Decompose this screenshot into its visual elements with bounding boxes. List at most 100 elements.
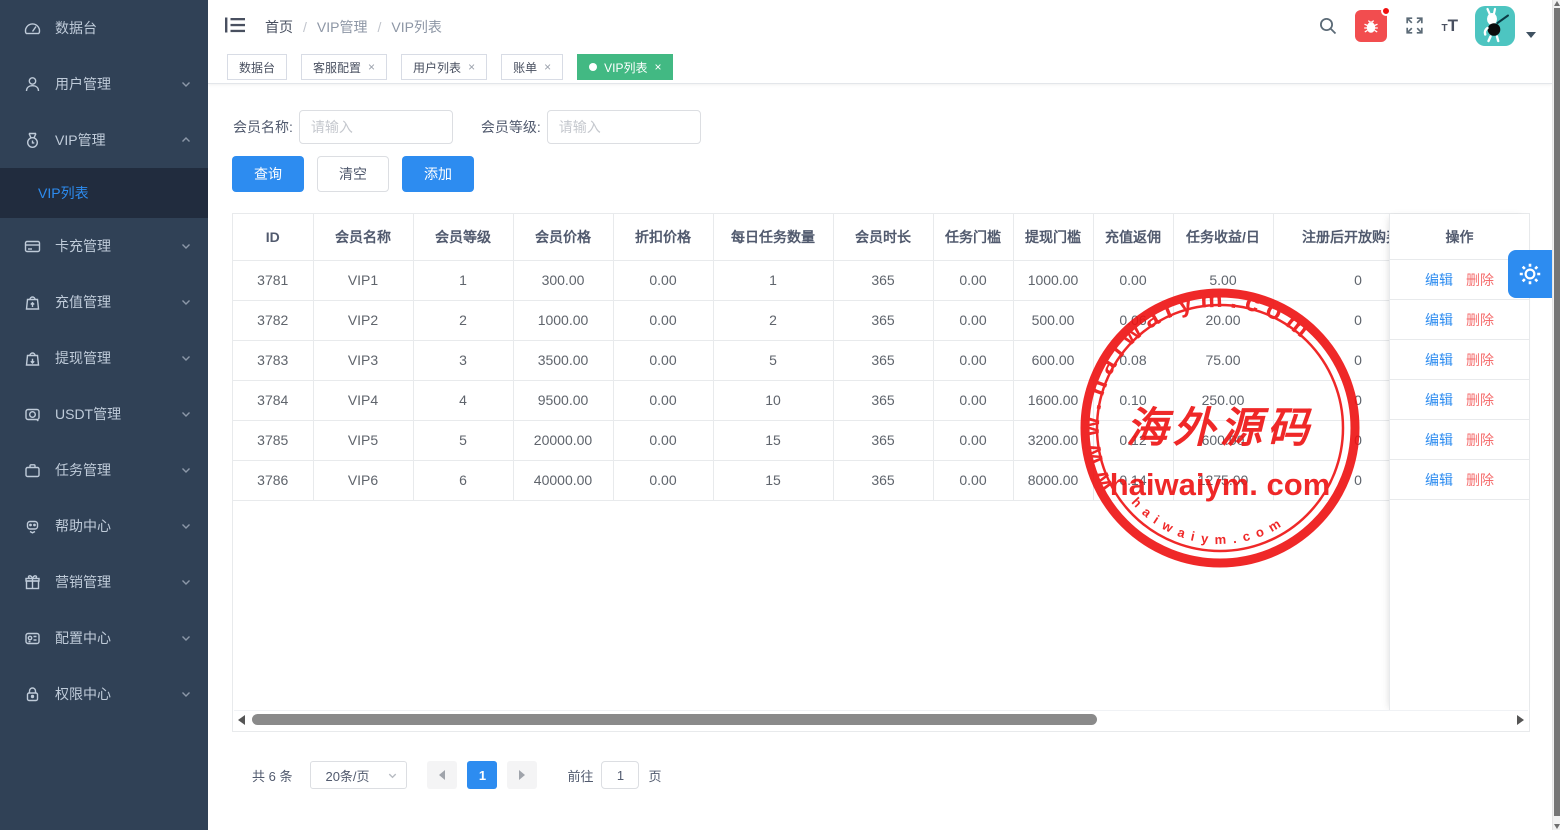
sidebar-item-tasks[interactable]: 任务管理 [0,442,208,498]
table-cell: 0.00 [613,300,713,340]
sidebar-item-recharge[interactable]: 充值管理 [0,274,208,330]
vertical-scrollbar[interactable] [1552,0,1560,830]
tab-vip-list[interactable]: VIP列表 × [577,54,673,80]
sidebar-item-marketing[interactable]: 营销管理 [0,554,208,610]
edit-link[interactable]: 编辑 [1425,430,1453,450]
sidebar-item-permissions[interactable]: 权限中心 [0,666,208,722]
table-cell: 365 [833,460,933,500]
sidebar-item-label: VIP管理 [55,130,106,150]
sidebar-collapse-icon[interactable] [224,15,246,40]
tab-close-icon[interactable]: × [544,60,551,74]
chevron-left-icon [439,770,445,780]
edit-link[interactable]: 编辑 [1425,350,1453,370]
header-actions: TT [1318,0,1537,51]
chevron-up-icon [180,134,192,146]
chevron-down-icon [180,632,192,644]
sidebar-item-label: USDT管理 [55,404,121,424]
sidebar-item-label: 帮助中心 [55,516,111,536]
sidebar-item-vip[interactable]: VIP管理 [0,112,208,168]
scroll-left-arrow-icon[interactable] [238,715,245,725]
horizontal-scrollbar-thumb[interactable] [252,714,1097,725]
sidebar-subitem-label: VIP列表 [38,183,89,203]
table-cell: 20000.00 [513,420,613,460]
edit-link[interactable]: 编辑 [1425,310,1453,330]
recharge-bag-icon [22,292,42,312]
edit-link[interactable]: 编辑 [1425,270,1453,290]
page-number-button[interactable]: 1 [467,761,497,789]
tab-bills[interactable]: 账单 × [501,54,563,80]
horizontal-scrollbar[interactable] [234,710,1528,727]
scroll-down-arrow-icon[interactable] [1554,824,1560,829]
sidebar-item-vip-list[interactable]: VIP列表 [0,168,208,218]
pagination: 共 6 条 20条/页 1 前往 页 [232,761,662,789]
add-button[interactable]: 添加 [402,156,474,192]
chevron-down-icon [180,464,192,476]
scroll-up-arrow-icon[interactable] [1554,1,1560,6]
sidebar-item-withdraw[interactable]: 提现管理 [0,330,208,386]
table-header-cell: 任务门槛 [933,214,1013,260]
avatar[interactable] [1475,6,1515,46]
next-page-button[interactable] [507,761,537,789]
table-cell: 3781 [233,260,313,300]
sidebar-item-label: 权限中心 [55,684,111,704]
delete-link[interactable]: 删除 [1466,350,1494,370]
table-cell: VIP5 [313,420,413,460]
goto-label: 前往 [567,766,593,785]
sidebar-item-users[interactable]: 用户管理 [0,56,208,112]
clear-button[interactable]: 清空 [317,156,389,192]
tab-close-icon[interactable]: × [468,60,475,74]
delete-link[interactable]: 删除 [1466,390,1494,410]
sidebar-item-usdt[interactable]: USDT管理 [0,386,208,442]
search-button[interactable]: 查询 [232,156,304,192]
table-cell: 0.00 [613,420,713,460]
goto-page-input[interactable] [601,761,639,789]
sidebar-item-help[interactable]: 帮助中心 [0,498,208,554]
tab-close-icon[interactable]: × [654,60,661,74]
table-cell: VIP6 [313,460,413,500]
delete-link[interactable]: 删除 [1466,270,1494,290]
table-cell: 600.00 [1173,420,1273,460]
tab-user-list[interactable]: 用户列表 × [401,54,487,80]
table-cell: 75.00 [1173,340,1273,380]
error-log-button[interactable] [1355,10,1387,42]
breadcrumb-home[interactable]: 首页 [265,17,293,37]
tab-service-config[interactable]: 客服配置 × [301,54,387,80]
table-header-cell: 会员等级 [413,214,513,260]
briefcase-icon [22,460,42,480]
avatar-dropdown-caret[interactable] [1526,32,1536,38]
page-size-select[interactable]: 20条/页 [310,761,407,789]
sidebar-item-config[interactable]: 配置中心 [0,610,208,666]
edit-link[interactable]: 编辑 [1425,390,1453,410]
breadcrumb-vip[interactable]: VIP管理 [317,17,368,37]
member-name-input[interactable] [299,110,453,144]
member-level-input[interactable] [547,110,701,144]
delete-link[interactable]: 删除 [1466,430,1494,450]
settings-gear-button[interactable] [1508,250,1552,298]
sidebar-item-card-recharge[interactable]: 卡充管理 [0,218,208,274]
prev-page-button[interactable] [427,761,457,789]
fullscreen-icon[interactable] [1404,15,1425,36]
table-header-cell: 提现门槛 [1013,214,1093,260]
edit-link[interactable]: 编辑 [1425,470,1453,490]
table-header-cell: 会员名称 [313,214,413,260]
table-cell: 365 [833,340,933,380]
table-cell: 9500.00 [513,380,613,420]
sidebar-item-dashboard[interactable]: 数据台 [0,0,208,56]
table-cell: 3786 [233,460,313,500]
table-actions-row: 编辑删除 [1390,300,1529,340]
admin-app: 数据台 用户管理 VIP管理 VIP列表 [0,0,1560,830]
scroll-right-arrow-icon[interactable] [1517,715,1524,725]
delete-link[interactable]: 删除 [1466,470,1494,490]
chevron-down-icon [180,408,192,420]
delete-link[interactable]: 删除 [1466,310,1494,330]
table-cell: 365 [833,260,933,300]
vertical-scrollbar-thumb[interactable] [1554,8,1560,816]
member-name-label: 会员名称: [233,117,293,137]
tab-dashboard[interactable]: 数据台 [227,54,287,80]
tab-close-icon[interactable]: × [368,60,375,74]
chevron-down-icon [180,78,192,90]
chevron-right-icon [519,770,525,780]
search-icon[interactable] [1318,16,1338,36]
lock-icon [22,684,42,704]
font-size-icon[interactable]: TT [1442,16,1459,36]
